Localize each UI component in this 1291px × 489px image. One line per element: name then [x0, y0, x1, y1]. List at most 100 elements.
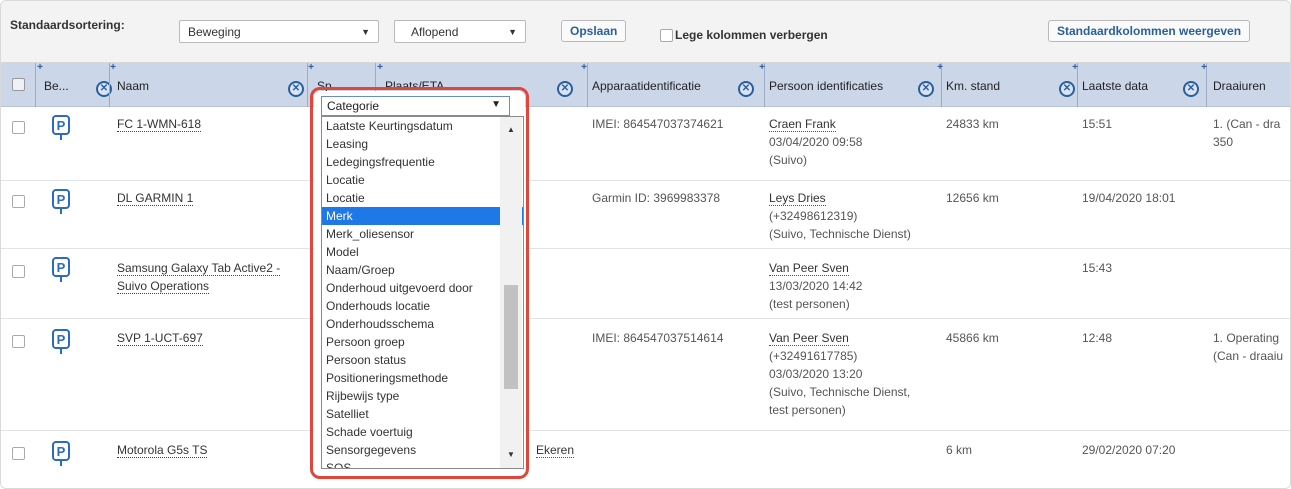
person-detail: test personen) — [769, 403, 846, 417]
scroll-up-icon[interactable]: ▲ — [507, 125, 515, 134]
vehicle-name-link[interactable]: SVP 1-UCT-697 — [117, 331, 203, 346]
person-detail: 03/04/2020 09:58 — [769, 135, 863, 149]
svg-text:P: P — [57, 118, 66, 133]
category-options-list[interactable]: Laatste Keurtingsdatum Leasing Ledegingsfr… — [321, 116, 524, 469]
category-option[interactable]: Leasing — [322, 135, 523, 153]
person-cell: Craen Frank 03/04/2020 09:58 (Suivo) — [769, 115, 862, 169]
vehicle-name-link[interactable]: Suivo Operations — [117, 279, 210, 294]
parking-icon: P — [52, 189, 70, 214]
category-option[interactable]: SOS — [322, 459, 523, 468]
person-detail: (Suivo, Technische Dienst, — [769, 385, 911, 399]
table-row[interactable]: P SVP 1-UCT-697 IMEI: 864547037514614 Va… — [1, 319, 1290, 431]
category-option[interactable]: Locatie — [322, 171, 523, 189]
add-column-icon[interactable]: + — [756, 63, 768, 75]
remove-column-icon[interactable]: ✕ — [1059, 81, 1075, 97]
svg-text:P: P — [57, 332, 66, 347]
category-option[interactable]: Merk — [322, 207, 523, 225]
category-option[interactable]: Naam/Groep — [322, 261, 523, 279]
category-option[interactable]: Ledegingsfrequentie — [322, 153, 523, 171]
hide-empty-columns-checkbox[interactable] — [660, 29, 673, 42]
row-checkbox[interactable] — [12, 121, 25, 134]
odometer: 12656 km — [946, 191, 999, 205]
remove-column-icon[interactable]: ✕ — [288, 81, 304, 97]
column-header-be[interactable]: Be... — [44, 79, 69, 93]
remove-column-icon[interactable]: ✕ — [738, 81, 754, 97]
person-detail: (+32491617785) — [769, 349, 858, 363]
person-cell: Van Peer Sven (+32491617785) 03/03/2020 … — [769, 329, 910, 419]
save-button[interactable]: Opslaan — [561, 20, 627, 42]
person-detail: (test personen) — [769, 297, 850, 311]
vehicle-name-link[interactable]: DL GARMIN 1 — [117, 191, 194, 206]
category-option[interactable]: Schade voertuig — [322, 423, 523, 441]
add-column-icon[interactable]: + — [1198, 63, 1210, 75]
category-option[interactable]: Locatie — [322, 189, 523, 207]
person-link[interactable]: Leys Dries — [769, 191, 826, 206]
category-option[interactable]: Onderhoudsschema — [322, 315, 523, 333]
options-scrollbar[interactable]: ▲ ▼ — [500, 117, 522, 468]
engine-hours-line: 350 — [1213, 135, 1234, 149]
row-checkbox[interactable] — [12, 447, 25, 460]
category-select[interactable]: Categorie ▼ — [321, 96, 510, 116]
table-row[interactable]: P FC 1-WMN-618 IMEI: 864547037374621 Cra… — [1, 107, 1290, 181]
engine-hours-line: (Can - draaiu — [1213, 349, 1284, 363]
category-option[interactable]: Persoon status — [322, 351, 523, 369]
category-option[interactable]: Persoon groep — [322, 333, 523, 351]
row-checkbox[interactable] — [12, 195, 25, 208]
column-header-draai[interactable]: Draaiuren — [1213, 79, 1266, 93]
vehicle-name-link[interactable]: FC 1-WMN-618 — [117, 117, 202, 132]
category-option[interactable]: Rijbewijs type — [322, 387, 523, 405]
table-row[interactable]: P Motorola G5s TS Ekeren 6 km 29/02/2020… — [1, 431, 1290, 488]
table-row[interactable]: P DL GARMIN 1 Garmin ID: 3969983378 Leys… — [1, 181, 1290, 249]
sort-order-value: Aflopend — [411, 25, 459, 39]
select-all-checkbox[interactable] — [12, 78, 25, 91]
person-link[interactable]: Craen Frank — [769, 117, 836, 132]
add-column-icon[interactable]: + — [578, 63, 590, 75]
table-row[interactable]: P Samsung Galaxy Tab Active2 - Suivo Ope… — [1, 249, 1290, 319]
scrollbar-thumb[interactable] — [504, 285, 518, 389]
add-column-icon[interactable]: + — [374, 63, 386, 75]
row-checkbox[interactable] — [12, 265, 25, 278]
column-header-persoon[interactable]: Persoon identificaties — [769, 79, 883, 93]
vehicle-name-link[interactable]: Samsung Galaxy Tab Active2 - — [117, 261, 281, 276]
add-column-icon[interactable]: + — [1069, 63, 1081, 75]
category-option[interactable]: Positioneringsmethode — [322, 369, 523, 387]
parking-icon: P — [52, 329, 70, 354]
person-link[interactable]: Van Peer Sven — [769, 331, 849, 346]
location-link[interactable]: Ekeren — [536, 443, 575, 458]
category-option[interactable]: Onderhoud uitgevoerd door — [322, 279, 523, 297]
remove-column-icon[interactable]: ✕ — [1183, 81, 1199, 97]
device-id: Garmin ID: 3969983378 — [592, 191, 721, 205]
column-header-naam[interactable]: Naam — [117, 79, 149, 93]
sort-field-value: Beweging — [188, 25, 241, 39]
column-header-laatste[interactable]: Laatste data — [1082, 79, 1148, 93]
add-column-icon[interactable]: + — [305, 63, 317, 75]
show-default-columns-button[interactable]: Standaardkolommen weergeven — [1048, 20, 1251, 42]
person-detail: 03/03/2020 13:20 — [769, 367, 863, 381]
chevron-down-icon: ▼ — [508, 27, 517, 37]
add-column-icon[interactable]: + — [107, 63, 119, 75]
remove-column-icon[interactable]: ✕ — [557, 81, 573, 97]
chevron-down-icon: ▼ — [491, 99, 501, 110]
add-column-icon[interactable]: + — [934, 63, 946, 75]
remove-column-icon[interactable]: ✕ — [918, 81, 934, 97]
sort-field-select[interactable]: Beweging ▼ — [179, 20, 379, 43]
sort-order-select[interactable]: Aflopend ▼ — [394, 20, 526, 43]
person-link[interactable]: Van Peer Sven — [769, 261, 849, 276]
column-header-km[interactable]: Km. stand — [946, 79, 1000, 93]
device-id: IMEI: 864547037514614 — [592, 331, 724, 345]
svg-text:P: P — [57, 260, 66, 275]
vehicle-name-link[interactable]: Motorola G5s TS — [117, 443, 208, 458]
category-option[interactable]: Model — [322, 243, 523, 261]
column-header-apparaat[interactable]: Apparaatidentificatie — [592, 79, 701, 93]
category-option[interactable]: Sensorgegevens — [322, 441, 523, 459]
row-checkbox[interactable] — [12, 335, 25, 348]
category-option[interactable]: Laatste Keurtingsdatum — [322, 117, 523, 135]
category-option[interactable]: Onderhouds locatie — [322, 297, 523, 315]
add-column-icon[interactable]: + — [34, 63, 46, 75]
category-option[interactable]: Satelliet — [322, 405, 523, 423]
scroll-down-icon[interactable]: ▼ — [507, 450, 515, 459]
chevron-down-icon: ▼ — [361, 27, 370, 37]
device-id: IMEI: 864547037374621 — [592, 117, 724, 131]
category-option[interactable]: Merk_oliesensor — [322, 225, 523, 243]
toolbar: Standaardsortering: Beweging ▼ Aflopend … — [1, 1, 1290, 63]
